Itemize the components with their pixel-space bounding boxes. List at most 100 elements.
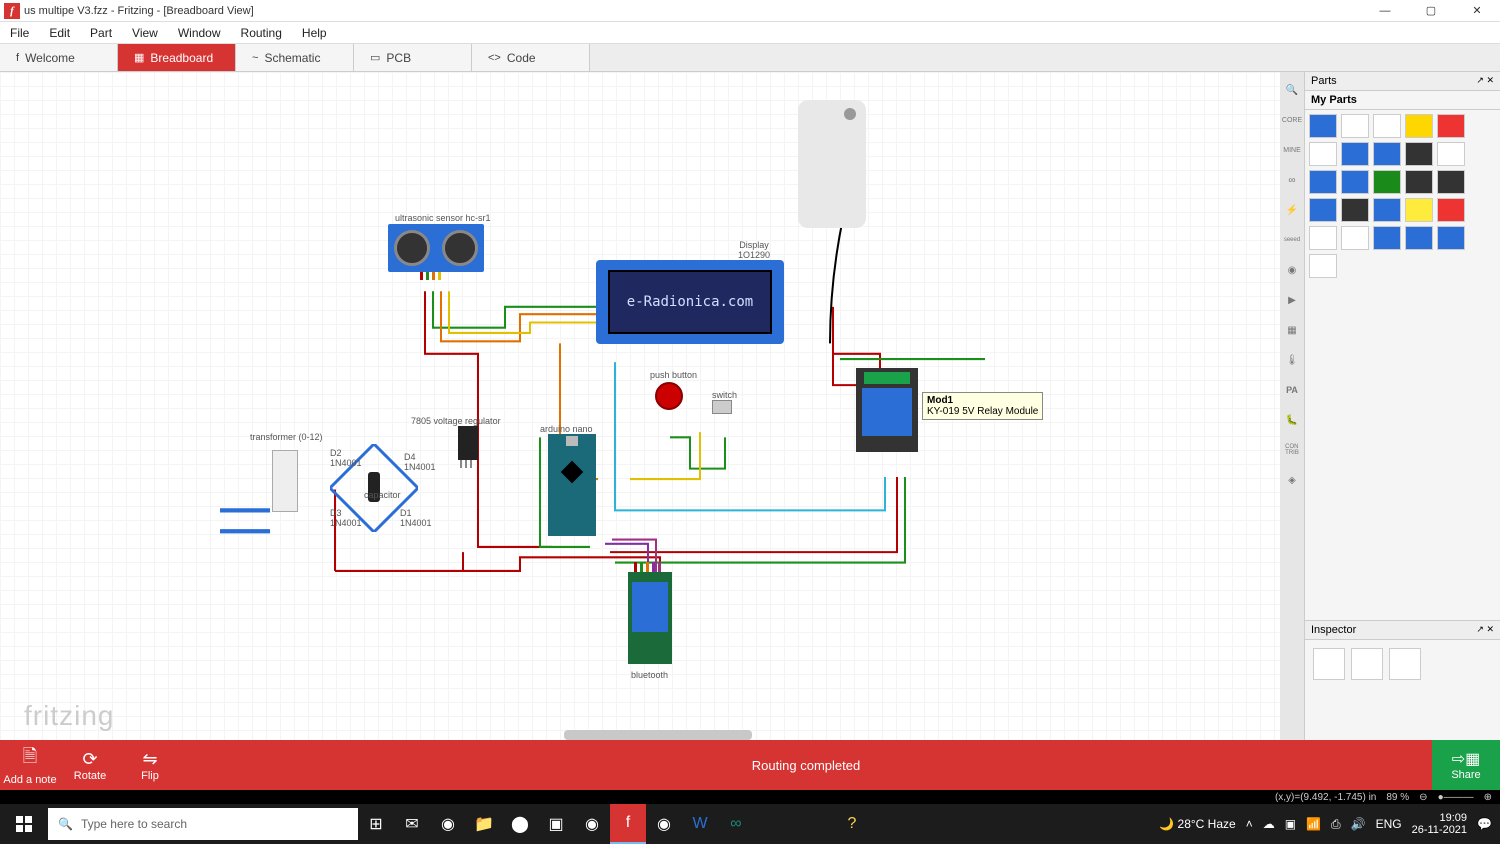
explorer-icon[interactable]: 📁 — [466, 804, 502, 844]
inspector-slot[interactable] — [1351, 648, 1383, 680]
part-item[interactable] — [1309, 226, 1337, 250]
battery-icon[interactable]: ▣ — [1285, 817, 1296, 831]
menu-help[interactable]: Help — [292, 26, 337, 40]
tab-pcb[interactable]: ▭PCB — [354, 44, 472, 71]
cat-arduino[interactable]: ∞ — [1282, 170, 1302, 190]
part-item[interactable] — [1437, 226, 1465, 250]
rotate-button[interactable]: ⟳Rotate — [60, 749, 120, 782]
menu-file[interactable]: File — [0, 26, 39, 40]
cat-intel[interactable]: ◉ — [1282, 260, 1302, 280]
edge-icon[interactable]: ◉ — [430, 804, 466, 844]
menu-view[interactable]: View — [122, 26, 168, 40]
voltage-regulator[interactable] — [458, 426, 478, 460]
help-icon[interactable]: ? — [834, 804, 870, 844]
cat-play[interactable]: ▶ — [1282, 290, 1302, 310]
inspector-panel-controls[interactable]: ↗ ✕ — [1476, 624, 1494, 636]
mail-icon[interactable]: ✉ — [394, 804, 430, 844]
inspector-slot[interactable] — [1313, 648, 1345, 680]
chrome-icon[interactable]: ◉ — [574, 804, 610, 844]
part-item[interactable] — [1341, 114, 1369, 138]
zoom-slider[interactable]: ●——— — [1438, 792, 1474, 803]
tab-code[interactable]: <>Code — [472, 44, 590, 71]
part-item[interactable] — [1437, 198, 1465, 222]
zoom-in-icon[interactable]: ⊕ — [1484, 792, 1492, 803]
part-item[interactable] — [1309, 142, 1337, 166]
part-item[interactable] — [1309, 254, 1337, 278]
part-item[interactable] — [1405, 198, 1433, 222]
app-icon-1[interactable]: ⬤ — [502, 804, 538, 844]
cat-bug[interactable]: 🐛 — [1282, 410, 1302, 430]
cat-contrib[interactable]: CON TRIB — [1282, 440, 1302, 460]
transformer[interactable] — [272, 450, 298, 512]
tab-welcome[interactable]: fWelcome — [0, 44, 118, 71]
part-item[interactable] — [1341, 170, 1369, 194]
wifi-icon[interactable]: 📶 — [1306, 817, 1321, 831]
onedrive-icon[interactable]: ☁ — [1263, 817, 1275, 831]
volume-icon[interactable]: 🔊 — [1351, 817, 1366, 831]
part-item[interactable] — [1405, 226, 1433, 250]
toggle-switch[interactable] — [712, 400, 732, 414]
arduino-nano[interactable] — [548, 434, 596, 536]
part-item[interactable] — [1437, 170, 1465, 194]
language-indicator[interactable]: ENG — [1376, 817, 1402, 831]
chrome-icon-2[interactable]: ◉ — [646, 804, 682, 844]
tab-breadboard[interactable]: ▦Breadboard — [118, 44, 236, 71]
cast-icon[interactable]: ⎙ — [1331, 817, 1341, 832]
push-button[interactable] — [652, 382, 686, 412]
fritzing-taskbar-icon[interactable]: f — [610, 804, 646, 844]
cat-core[interactable]: CORE — [1282, 110, 1302, 130]
ultrasonic-sensor[interactable] — [388, 224, 484, 272]
flip-button[interactable]: ⇋Flip — [120, 749, 180, 782]
part-item[interactable] — [1405, 114, 1433, 138]
search-icon[interactable]: 🔍 — [1282, 80, 1302, 100]
part-item[interactable] — [1373, 142, 1401, 166]
notifications-icon[interactable]: 💬 — [1477, 817, 1492, 831]
part-item[interactable] — [1341, 142, 1369, 166]
part-item[interactable] — [1309, 198, 1337, 222]
minimize-button[interactable]: — — [1362, 0, 1408, 22]
menu-window[interactable]: Window — [168, 26, 231, 40]
cat-seeed[interactable]: seeed — [1282, 230, 1302, 250]
part-item[interactable] — [1405, 142, 1433, 166]
parts-panel-controls[interactable]: ↗ ✕ — [1476, 75, 1494, 87]
part-item[interactable] — [1373, 114, 1401, 138]
cat-sparkfun[interactable]: ⚡ — [1282, 200, 1302, 220]
menu-edit[interactable]: Edit — [39, 26, 80, 40]
tab-schematic[interactable]: ~Schematic — [236, 44, 354, 71]
part-item[interactable] — [1373, 170, 1401, 194]
part-item[interactable] — [1405, 170, 1433, 194]
start-button[interactable] — [0, 804, 48, 844]
part-item[interactable] — [1437, 114, 1465, 138]
canvas-hscroll[interactable] — [564, 730, 752, 740]
task-view-icon[interactable]: ⊞ — [358, 804, 394, 844]
arduino-ide-icon[interactable]: ∞ — [718, 804, 754, 844]
clock[interactable]: 19:0926-11-2021 — [1412, 812, 1467, 836]
word-icon[interactable]: W — [682, 804, 718, 844]
cat-pa[interactable]: PA — [1282, 380, 1302, 400]
part-item[interactable] — [1341, 226, 1369, 250]
add-note-button[interactable]: 🗎Add a note — [0, 744, 60, 786]
relay-module[interactable] — [856, 368, 918, 452]
maximize-button[interactable]: ▢ — [1408, 0, 1454, 22]
cat-temp[interactable]: 🌡 — [1282, 350, 1302, 370]
part-item[interactable] — [1309, 170, 1337, 194]
part-item[interactable] — [1437, 142, 1465, 166]
tray-chevron-icon[interactable]: ˄ — [1246, 817, 1253, 831]
menu-part[interactable]: Part — [80, 26, 122, 40]
weather-widget[interactable]: 🌙 28°C Haze — [1159, 817, 1235, 831]
lcd-display[interactable]: e-Radionica.com — [596, 260, 784, 344]
part-item[interactable] — [1373, 226, 1401, 250]
cat-nav[interactable]: ◈ — [1282, 470, 1302, 490]
taskbar-search[interactable]: 🔍Type here to search — [48, 808, 358, 840]
inspector-slot[interactable] — [1389, 648, 1421, 680]
cat-mine[interactable]: MINE — [1282, 140, 1302, 160]
part-item[interactable] — [1309, 114, 1337, 138]
part-item[interactable] — [1341, 198, 1369, 222]
bluetooth-module[interactable] — [628, 572, 672, 664]
phone-module[interactable] — [798, 100, 866, 228]
share-button[interactable]: ⇨▦Share — [1432, 740, 1500, 790]
menu-routing[interactable]: Routing — [231, 26, 292, 40]
part-item[interactable] — [1373, 198, 1401, 222]
cat-chip[interactable]: ▦ — [1282, 320, 1302, 340]
zoom-out-icon[interactable]: ⊖ — [1419, 792, 1427, 803]
